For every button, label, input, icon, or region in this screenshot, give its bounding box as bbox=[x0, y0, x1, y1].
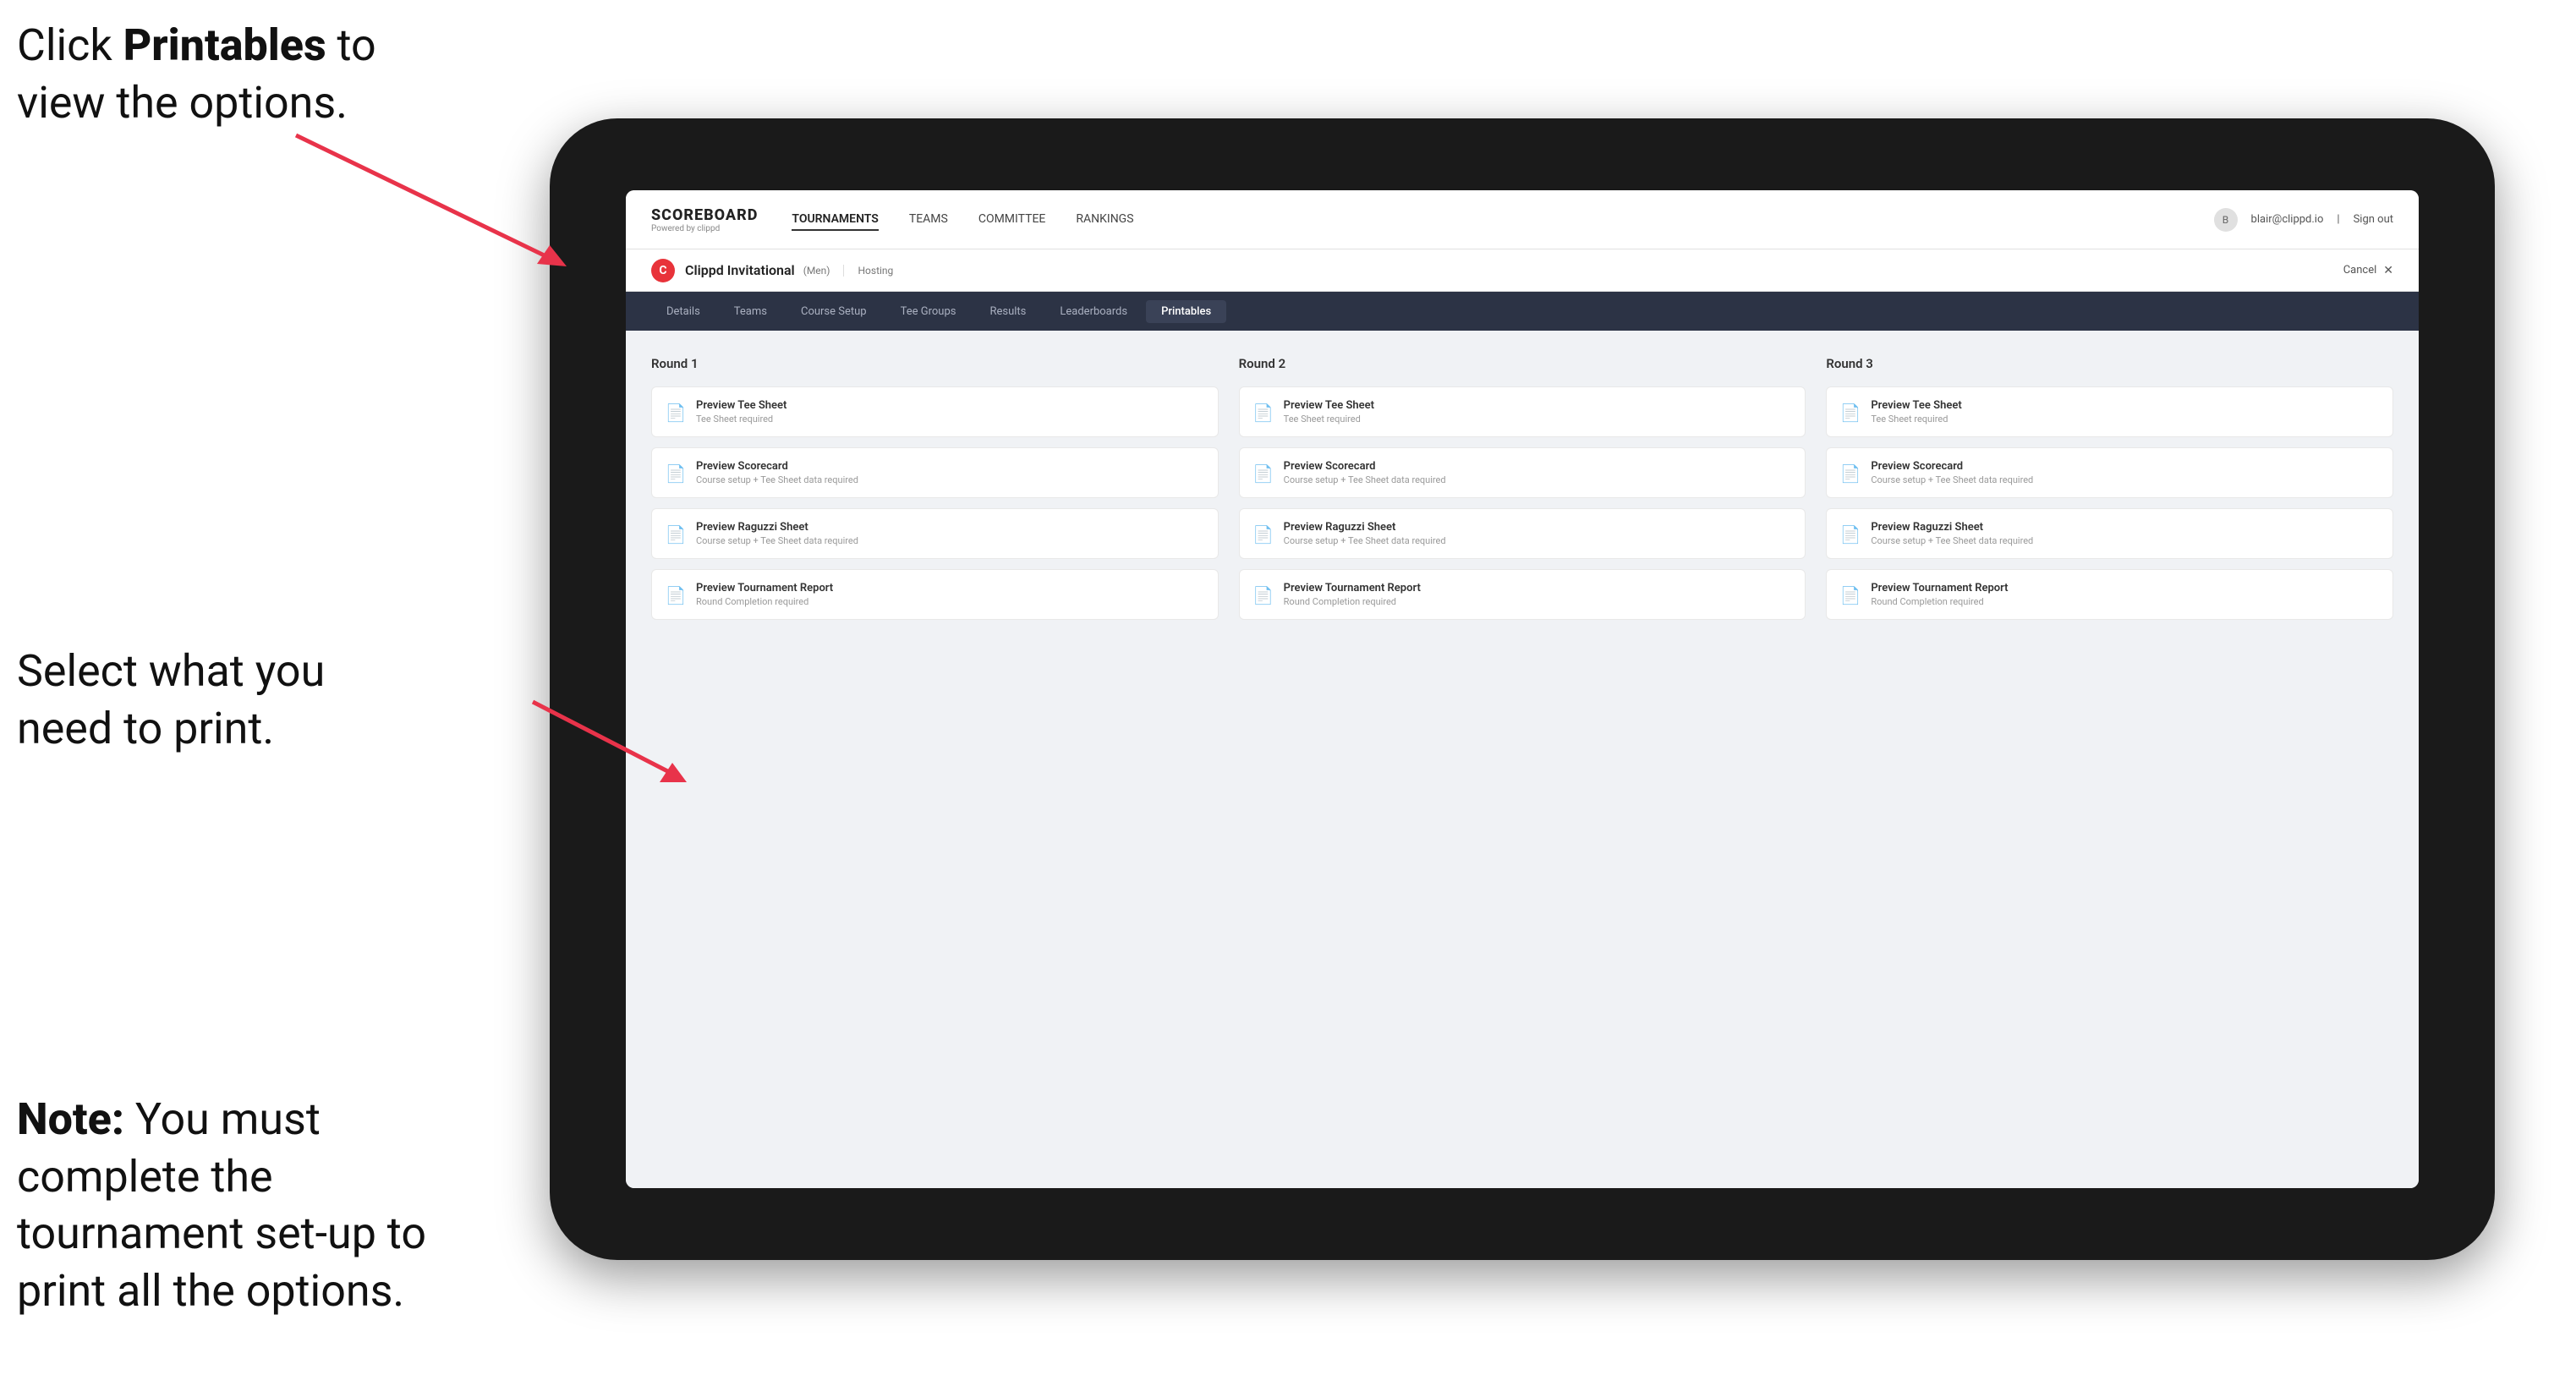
user-email: blair@clippd.io bbox=[2251, 213, 2324, 226]
round-3-report-card[interactable]: 📄 Preview Tournament Report Round Comple… bbox=[1826, 569, 2393, 620]
tab-leaderboards[interactable]: Leaderboards bbox=[1044, 300, 1143, 323]
r1-tee-sheet-title: Preview Tee Sheet bbox=[696, 399, 787, 412]
doc-icon-r2-1: 📄 bbox=[1253, 401, 1274, 425]
round-2-column: Round 2 📄 Preview Tee Sheet Tee Sheet re… bbox=[1239, 356, 1806, 620]
round-1-scorecard-card[interactable]: 📄 Preview Scorecard Course setup + Tee S… bbox=[651, 447, 1219, 498]
r2-tee-sheet-subtitle: Tee Sheet required bbox=[1284, 414, 1374, 425]
close-icon[interactable]: ✕ bbox=[2383, 264, 2393, 277]
round-2-report-card[interactable]: 📄 Preview Tournament Report Round Comple… bbox=[1239, 569, 1806, 620]
round-3-raguzzi-card[interactable]: 📄 Preview Raguzzi Sheet Course setup + T… bbox=[1826, 508, 2393, 559]
tab-results[interactable]: Results bbox=[974, 300, 1041, 323]
logo-sub: Powered by clippd bbox=[651, 224, 758, 233]
nav-rankings[interactable]: RANKINGS bbox=[1076, 209, 1133, 231]
r2-scorecard-title: Preview Scorecard bbox=[1284, 460, 1446, 473]
tab-course-setup[interactable]: Course Setup bbox=[786, 300, 882, 323]
nav-committee[interactable]: COMMITTEE bbox=[978, 209, 1046, 231]
nav-teams[interactable]: TEAMS bbox=[909, 209, 948, 231]
r3-tee-sheet-title: Preview Tee Sheet bbox=[1871, 399, 1961, 412]
tournament-status: Hosting bbox=[843, 265, 893, 277]
r3-report-subtitle: Round Completion required bbox=[1871, 596, 2008, 607]
arrow-top-icon bbox=[288, 127, 575, 279]
r2-report-title: Preview Tournament Report bbox=[1284, 582, 1421, 594]
round-1-title: Round 1 bbox=[651, 356, 1219, 371]
annotation-middle: Select what youneed to print. bbox=[17, 643, 325, 757]
top-nav: SCOREBOARD Powered by clippd TOURNAMENTS… bbox=[626, 190, 2419, 249]
tablet: SCOREBOARD Powered by clippd TOURNAMENTS… bbox=[550, 118, 2495, 1260]
separator: | bbox=[2337, 213, 2339, 226]
doc-icon-r2-4: 📄 bbox=[1253, 583, 1274, 607]
annotation-top: Click Printables toview the options. bbox=[17, 17, 376, 131]
tab-teams[interactable]: Teams bbox=[719, 300, 782, 323]
round-3-column: Round 3 📄 Preview Tee Sheet Tee Sheet re… bbox=[1826, 356, 2393, 620]
tablet-screen: SCOREBOARD Powered by clippd TOURNAMENTS… bbox=[626, 190, 2419, 1188]
annotation-bottom: Note: You must complete the tournament s… bbox=[17, 1091, 440, 1319]
logo-area: SCOREBOARD Powered by clippd bbox=[651, 206, 758, 233]
printables-bold: Printables bbox=[123, 19, 326, 71]
r2-tee-sheet-title: Preview Tee Sheet bbox=[1284, 399, 1374, 412]
document-icon-4: 📄 bbox=[666, 583, 686, 607]
r1-report-title: Preview Tournament Report bbox=[696, 582, 833, 594]
r2-raguzzi-subtitle: Course setup + Tee Sheet data required bbox=[1284, 535, 1446, 546]
tournament-logo: C bbox=[651, 259, 675, 282]
tournament-badge: (Men) bbox=[803, 265, 830, 277]
note-bold: Note: bbox=[17, 1093, 124, 1145]
top-nav-items: TOURNAMENTS TEAMS COMMITTEE RANKINGS bbox=[792, 209, 2213, 231]
document-icon-2: 📄 bbox=[666, 462, 686, 485]
r2-report-subtitle: Round Completion required bbox=[1284, 596, 1421, 607]
sign-out-link[interactable]: Sign out bbox=[2354, 213, 2393, 226]
tab-bar: Details Teams Course Setup Tee Groups Re… bbox=[626, 292, 2419, 331]
doc-icon-r2-3: 📄 bbox=[1253, 523, 1274, 546]
r3-tee-sheet-subtitle: Tee Sheet required bbox=[1871, 414, 1961, 425]
r1-report-subtitle: Round Completion required bbox=[696, 596, 833, 607]
top-nav-right: B blair@clippd.io | Sign out bbox=[2214, 208, 2393, 232]
r1-raguzzi-title: Preview Raguzzi Sheet bbox=[696, 521, 858, 534]
round-1-tee-sheet-card[interactable]: 📄 Preview Tee Sheet Tee Sheet required bbox=[651, 386, 1219, 437]
tab-printables[interactable]: Printables bbox=[1146, 300, 1226, 323]
cancel-button[interactable]: Cancel bbox=[2343, 264, 2377, 277]
document-icon-3: 📄 bbox=[666, 523, 686, 546]
r2-raguzzi-title: Preview Raguzzi Sheet bbox=[1284, 521, 1446, 534]
r1-scorecard-title: Preview Scorecard bbox=[696, 460, 858, 473]
round-1-column: Round 1 📄 Preview Tee Sheet Tee Sheet re… bbox=[651, 356, 1219, 620]
round-3-title: Round 3 bbox=[1826, 356, 2393, 371]
r1-scorecard-subtitle: Course setup + Tee Sheet data required bbox=[696, 474, 858, 485]
tournament-name: Clippd Invitational bbox=[685, 262, 795, 278]
tab-tee-groups[interactable]: Tee Groups bbox=[885, 300, 972, 323]
tab-details[interactable]: Details bbox=[651, 300, 715, 323]
r3-scorecard-title: Preview Scorecard bbox=[1871, 460, 2033, 473]
round-2-title: Round 2 bbox=[1239, 356, 1806, 371]
nav-tournaments[interactable]: TOURNAMENTS bbox=[792, 209, 878, 231]
r3-scorecard-subtitle: Course setup + Tee Sheet data required bbox=[1871, 474, 2033, 485]
r3-report-title: Preview Tournament Report bbox=[1871, 582, 2008, 594]
doc-icon-r3-4: 📄 bbox=[1840, 583, 1861, 607]
document-icon: 📄 bbox=[666, 401, 686, 425]
round-2-raguzzi-card[interactable]: 📄 Preview Raguzzi Sheet Course setup + T… bbox=[1239, 508, 1806, 559]
content-area: Round 1 📄 Preview Tee Sheet Tee Sheet re… bbox=[626, 331, 2419, 1188]
r1-raguzzi-subtitle: Course setup + Tee Sheet data required bbox=[696, 535, 858, 546]
r1-tee-sheet-subtitle: Tee Sheet required bbox=[696, 414, 787, 425]
r3-raguzzi-title: Preview Raguzzi Sheet bbox=[1871, 521, 2033, 534]
round-1-raguzzi-card[interactable]: 📄 Preview Raguzzi Sheet Course setup + T… bbox=[651, 508, 1219, 559]
round-2-tee-sheet-card[interactable]: 📄 Preview Tee Sheet Tee Sheet required bbox=[1239, 386, 1806, 437]
r2-scorecard-subtitle: Course setup + Tee Sheet data required bbox=[1284, 474, 1446, 485]
round-1-report-card[interactable]: 📄 Preview Tournament Report Round Comple… bbox=[651, 569, 1219, 620]
r3-raguzzi-subtitle: Course setup + Tee Sheet data required bbox=[1871, 535, 2033, 546]
sub-header: C Clippd Invitational (Men) Hosting Canc… bbox=[626, 249, 2419, 292]
round-2-scorecard-card[interactable]: 📄 Preview Scorecard Course setup + Tee S… bbox=[1239, 447, 1806, 498]
doc-icon-r3-1: 📄 bbox=[1840, 401, 1861, 425]
round-3-tee-sheet-card[interactable]: 📄 Preview Tee Sheet Tee Sheet required bbox=[1826, 386, 2393, 437]
doc-icon-r3-3: 📄 bbox=[1840, 523, 1861, 546]
round-3-scorecard-card[interactable]: 📄 Preview Scorecard Course setup + Tee S… bbox=[1826, 447, 2393, 498]
doc-icon-r2-2: 📄 bbox=[1253, 462, 1274, 485]
doc-icon-r3-2: 📄 bbox=[1840, 462, 1861, 485]
rounds-grid: Round 1 📄 Preview Tee Sheet Tee Sheet re… bbox=[651, 356, 2393, 620]
avatar: B bbox=[2214, 208, 2238, 232]
logo-title: SCOREBOARD bbox=[651, 206, 758, 224]
